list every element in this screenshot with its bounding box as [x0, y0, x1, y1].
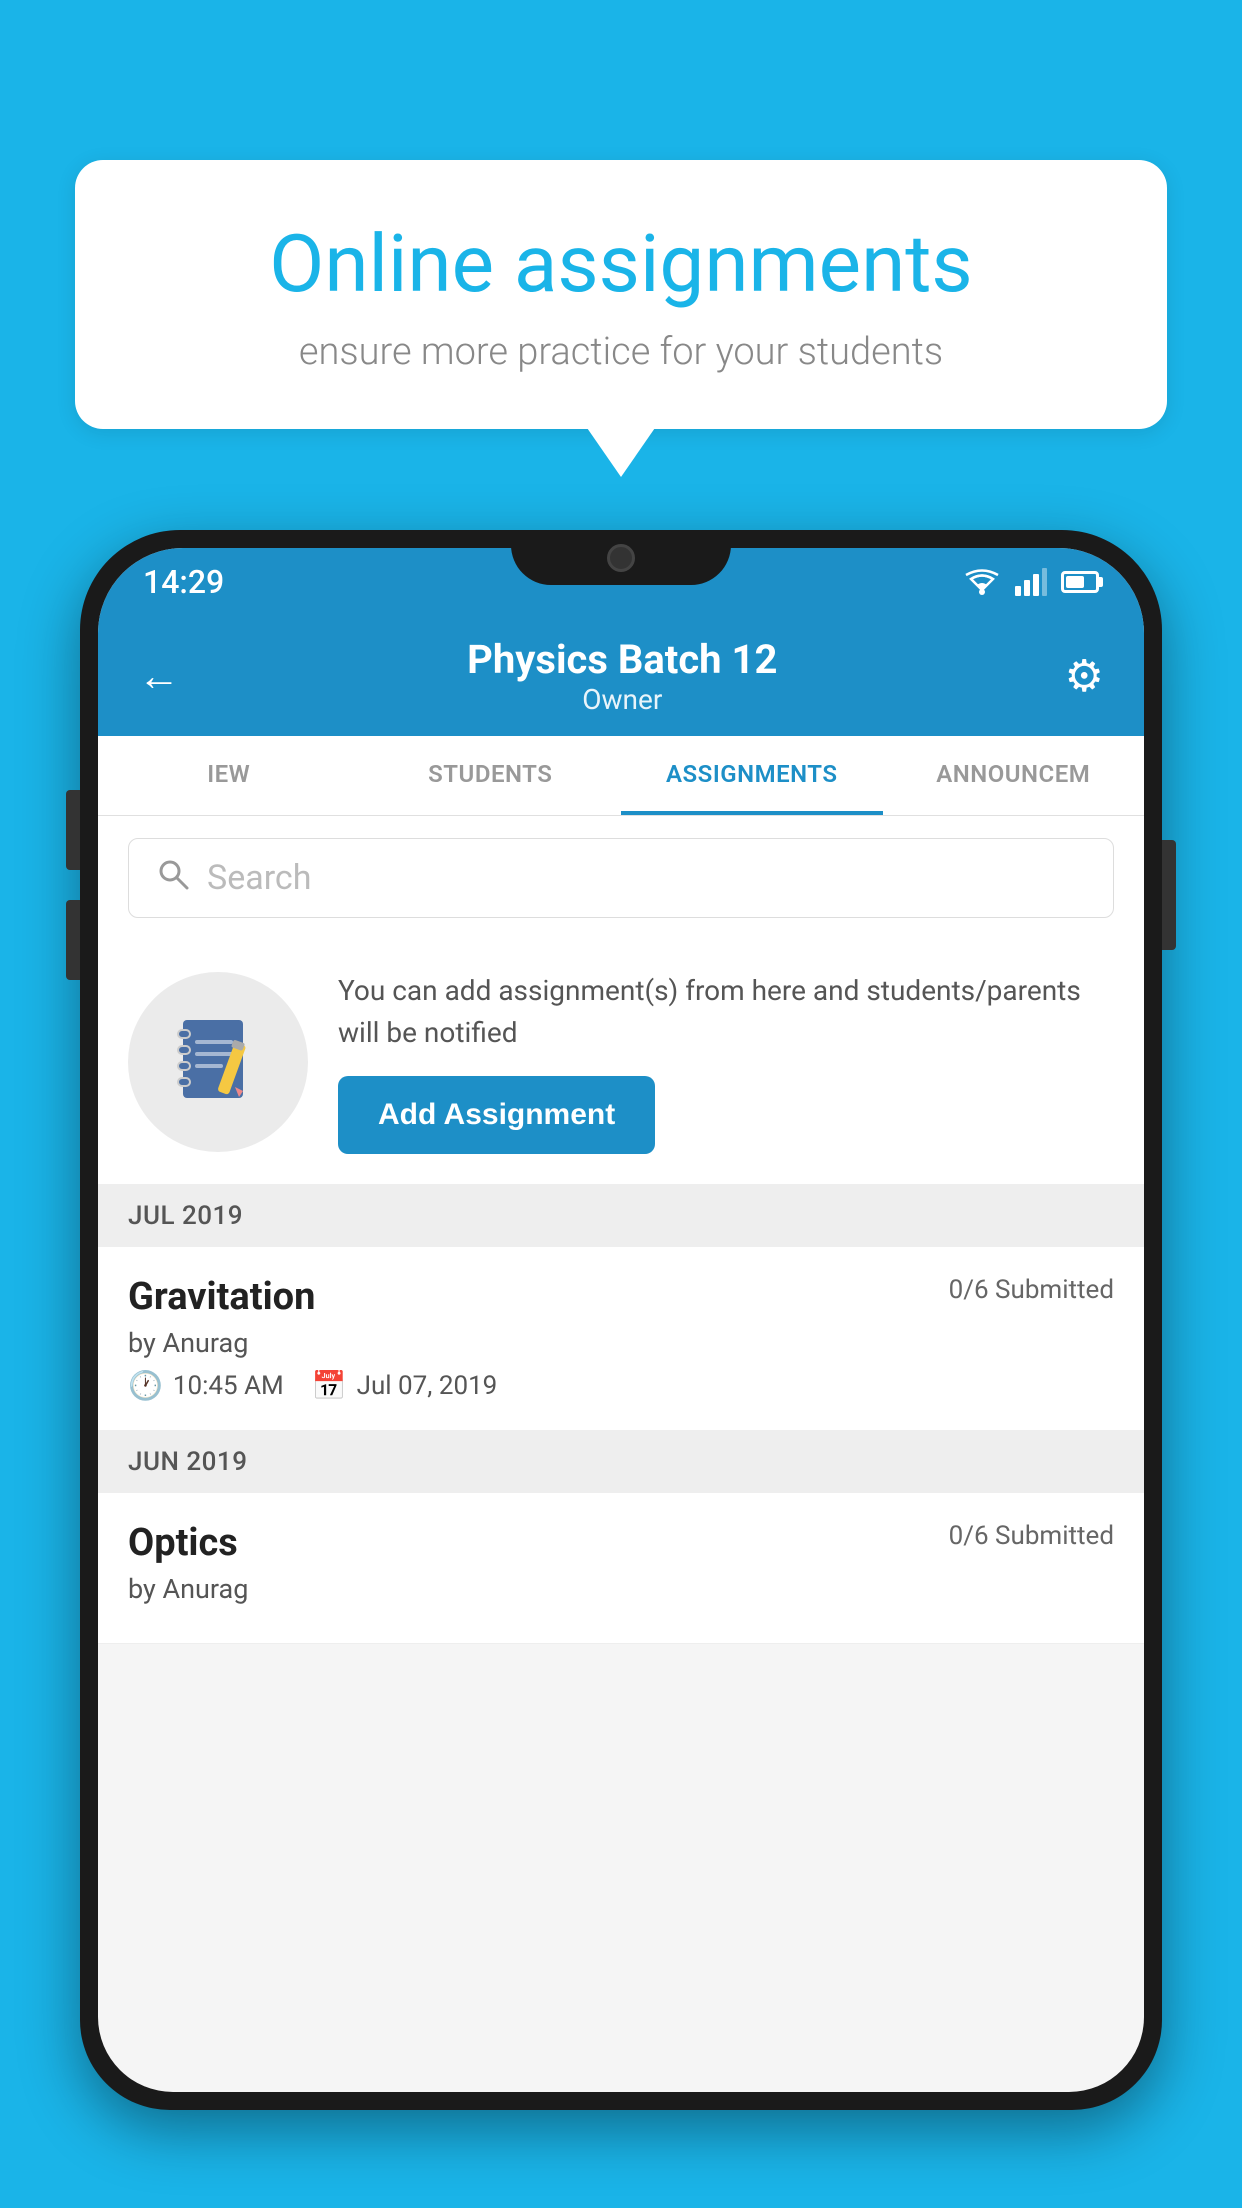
calendar-icon: 📅: [312, 1369, 347, 1402]
phone-notch: [511, 530, 731, 585]
clock-icon: 🕐: [128, 1369, 163, 1402]
wifi-icon: [963, 568, 1001, 596]
assignment-time: 🕐 10:45 AM: [128, 1369, 284, 1402]
batch-role: Owner: [467, 683, 777, 716]
assignment-item-gravitation[interactable]: Gravitation 0/6 Submitted by Anurag 🕐 10…: [98, 1247, 1144, 1431]
search-box[interactable]: Search: [128, 838, 1114, 918]
phone-outer: 14:29: [80, 530, 1162, 2110]
speech-bubble-title: Online assignments: [145, 220, 1097, 308]
assignment-by: by Anurag: [128, 1327, 1114, 1359]
tabs-bar: IEW STUDENTS ASSIGNMENTS ANNOUNCEM: [98, 736, 1144, 816]
assignment-description: You can add assignment(s) from here and …: [338, 970, 1114, 1054]
phone-camera: [607, 544, 635, 572]
battery-icon: [1061, 571, 1099, 593]
assignment-right: You can add assignment(s) from here and …: [338, 970, 1114, 1154]
assignment-item-optics[interactable]: Optics 0/6 Submitted by Anurag: [98, 1493, 1144, 1644]
back-button[interactable]: ←: [138, 652, 180, 701]
status-icons: [963, 568, 1099, 596]
phone-container: 14:29: [80, 530, 1162, 2208]
assignment-date-value: Jul 07, 2019: [357, 1371, 498, 1401]
tab-assignments[interactable]: ASSIGNMENTS: [621, 736, 883, 815]
month-header-jun: JUN 2019: [98, 1431, 1144, 1493]
assignment-submitted-count-optics: 0/6 Submitted: [949, 1521, 1114, 1551]
assignment-meta: 🕐 10:45 AM 📅 Jul 07, 2019: [128, 1369, 1114, 1402]
assignment-name: Gravitation: [128, 1275, 315, 1319]
assignment-item-header: Gravitation 0/6 Submitted: [128, 1275, 1114, 1319]
status-time: 14:29: [143, 563, 224, 601]
assignment-time-value: 10:45 AM: [173, 1371, 284, 1401]
speech-bubble-subtitle: ensure more practice for your students: [145, 330, 1097, 374]
search-input[interactable]: Search: [207, 858, 311, 898]
assignment-submitted-count: 0/6 Submitted: [949, 1275, 1114, 1305]
speech-bubble: Online assignments ensure more practice …: [75, 160, 1167, 429]
speech-bubble-area: Online assignments ensure more practice …: [75, 160, 1167, 429]
month-header-jul: JUL 2019: [98, 1185, 1144, 1247]
add-assignment-button[interactable]: Add Assignment: [338, 1076, 655, 1154]
app-header: ← Physics Batch 12 Owner ⚙: [98, 616, 1144, 736]
signal-icon: [1015, 568, 1047, 596]
assignment-name-optics: Optics: [128, 1521, 238, 1565]
tab-announcements[interactable]: ANNOUNCEM: [883, 736, 1145, 815]
batch-title: Physics Batch 12: [467, 636, 777, 683]
add-assignment-section: You can add assignment(s) from here and …: [98, 940, 1144, 1185]
assignment-item-header-2: Optics 0/6 Submitted: [128, 1521, 1114, 1565]
tab-students[interactable]: STUDENTS: [360, 736, 622, 815]
search-container: Search: [98, 816, 1144, 940]
power-button: [1162, 840, 1176, 950]
tab-iew[interactable]: IEW: [98, 736, 360, 815]
notebook-icon: [173, 1012, 263, 1112]
settings-button[interactable]: ⚙: [1065, 650, 1104, 702]
assignment-by-optics: by Anurag: [128, 1573, 1114, 1605]
header-title-area: Physics Batch 12 Owner: [467, 636, 777, 716]
search-icon: [157, 857, 189, 899]
assignment-icon-circle: [128, 972, 308, 1152]
phone-screen: 14:29: [98, 548, 1144, 2092]
volume-down-button: [66, 900, 80, 980]
assignment-date: 📅 Jul 07, 2019: [312, 1369, 498, 1402]
volume-up-button: [66, 790, 80, 870]
